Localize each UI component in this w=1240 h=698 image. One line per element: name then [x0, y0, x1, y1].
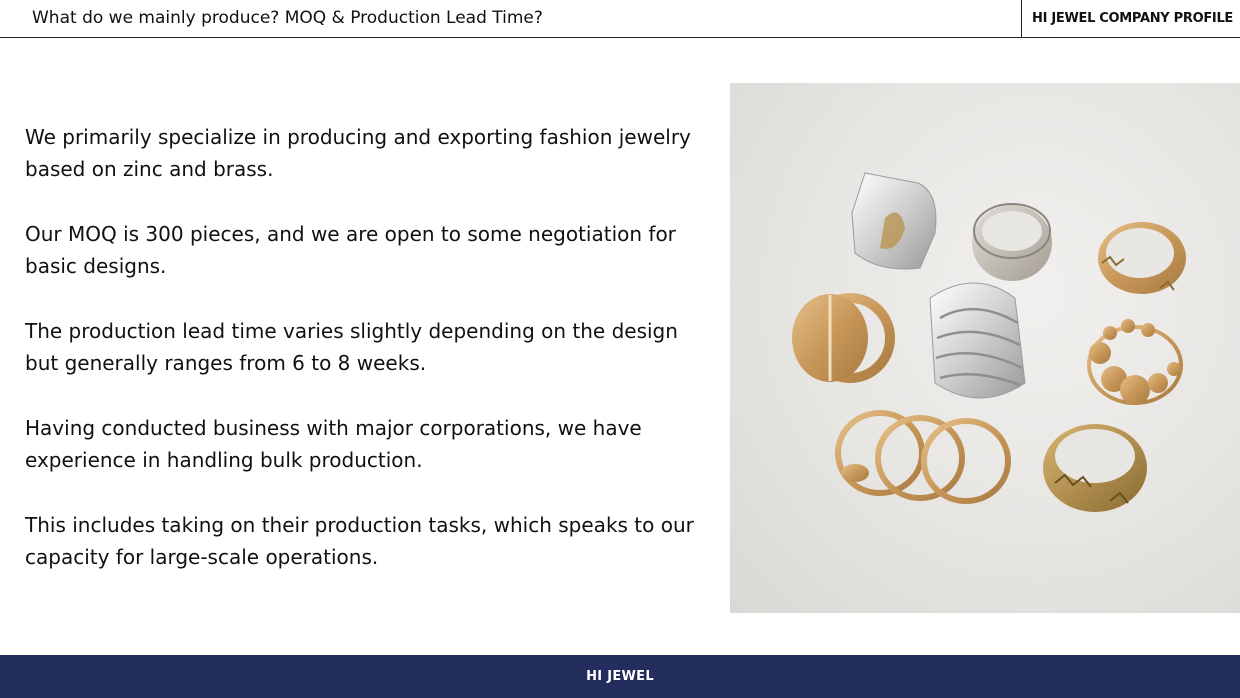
silver-wrap-ring [929, 282, 1026, 399]
rings-illustration [792, 172, 1186, 512]
paragraph-lead-time: The production lead time varies slightly… [25, 319, 678, 375]
silver-signet-ring [851, 172, 937, 270]
header-divider [1021, 0, 1022, 38]
gold-signet-ring [792, 293, 895, 383]
brand-label: HI JEWEL COMPANY PROFILE [1032, 11, 1234, 26]
paragraph-moq: Our MOQ is 300 pieces, and we are open t… [25, 222, 676, 278]
rings-photo [730, 83, 1240, 613]
antique-gold-ring [1043, 424, 1147, 512]
footer-brand: HI JEWEL [586, 669, 654, 684]
stacked-gold-rings [835, 410, 1011, 504]
footer-bar: HI JEWEL [0, 655, 1240, 698]
gold-textured-ring [1098, 222, 1186, 294]
header-bar: What do we mainly produce? MOQ & Product… [0, 0, 1240, 38]
silver-band-ring [972, 203, 1052, 281]
paragraph-products: We primarily specialize in producing and… [25, 125, 691, 181]
paragraph-capacity: This includes taking on their production… [25, 513, 694, 569]
gold-bead-ring [1087, 319, 1183, 405]
body-text: We primarily specialize in producing and… [25, 121, 695, 606]
paragraph-experience: Having conducted business with major cor… [25, 416, 642, 472]
page-title: What do we mainly produce? MOQ & Product… [32, 8, 543, 28]
